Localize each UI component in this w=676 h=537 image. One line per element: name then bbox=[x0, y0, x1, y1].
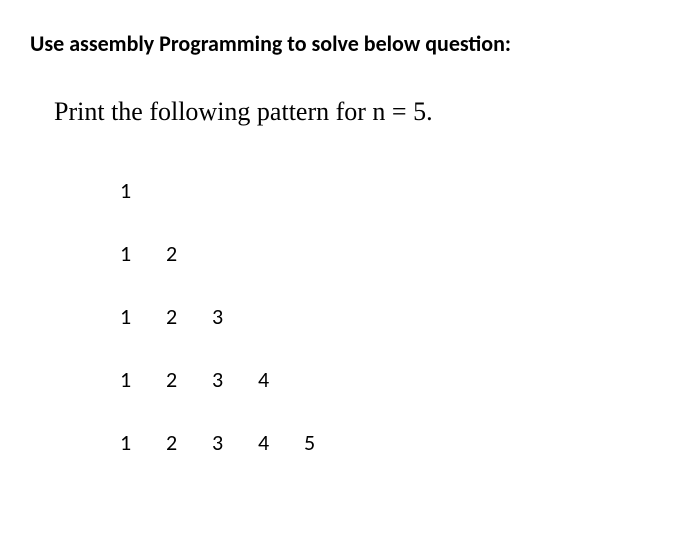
pattern-number: 1 bbox=[120, 429, 166, 456]
pattern-number: 1 bbox=[120, 303, 166, 330]
pattern-number: 3 bbox=[212, 366, 258, 393]
pattern-row: 1 2 bbox=[120, 240, 646, 267]
pattern-row: 1 bbox=[120, 177, 646, 204]
pattern-number: 3 bbox=[212, 429, 258, 456]
pattern-number: 2 bbox=[166, 429, 212, 456]
pattern-number: 4 bbox=[258, 429, 304, 456]
pattern-number: 1 bbox=[120, 366, 166, 393]
pattern-number: 2 bbox=[166, 240, 212, 267]
pattern-row: 1 2 3 4 bbox=[120, 366, 646, 393]
pattern-number: 1 bbox=[120, 240, 166, 267]
question-title: Use assembly Programming to solve below … bbox=[30, 30, 646, 57]
pattern-row: 1 2 3 4 5 bbox=[120, 429, 646, 456]
pattern-row: 1 2 3 bbox=[120, 303, 646, 330]
pattern-container: 1 1 2 1 2 3 1 2 3 4 1 2 3 4 5 bbox=[120, 177, 646, 456]
pattern-number: 5 bbox=[304, 429, 350, 456]
pattern-number: 1 bbox=[120, 177, 166, 204]
pattern-number: 4 bbox=[258, 366, 304, 393]
instruction-text: Print the following pattern for n = 5. bbox=[54, 97, 646, 127]
pattern-number: 3 bbox=[212, 303, 258, 330]
pattern-number: 2 bbox=[166, 303, 212, 330]
pattern-number: 2 bbox=[166, 366, 212, 393]
